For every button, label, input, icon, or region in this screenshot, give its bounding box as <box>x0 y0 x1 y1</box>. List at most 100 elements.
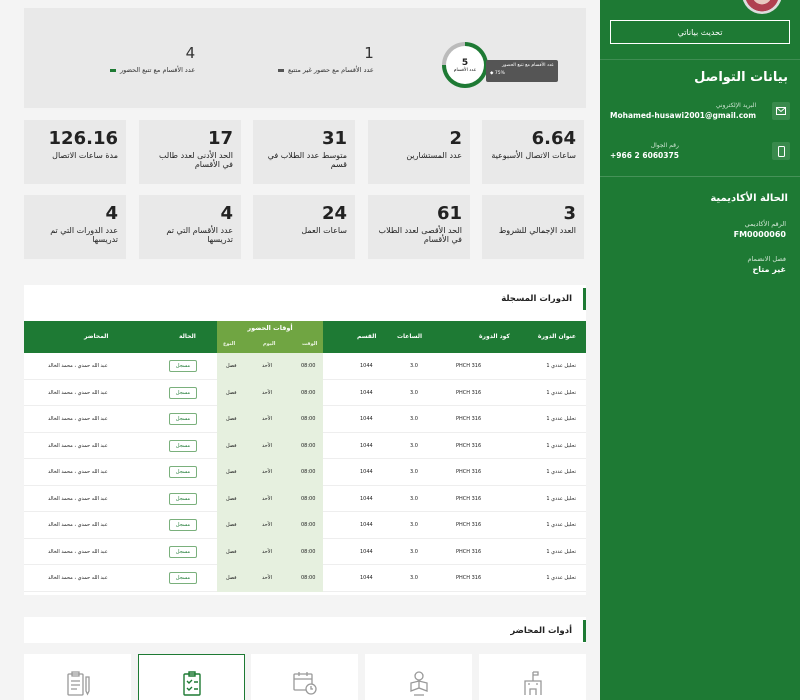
cell-course-title: تحليل عددي 1 <box>546 522 576 528</box>
summary-untracked-value: 1 <box>364 44 374 62</box>
cell-hours: 3.0 <box>410 442 418 449</box>
stat-value: 61 <box>436 203 462 224</box>
legend-dot-tracked <box>110 68 116 72</box>
tool-card-clipboard[interactable] <box>24 654 131 700</box>
sections-donut-chart[interactable]: 5 عدد الأقسام <box>442 42 488 88</box>
stat-label: العدد الإجمالي للشروط <box>498 226 576 235</box>
person-reading-icon <box>405 669 433 700</box>
tool-card-checklist[interactable] <box>138 654 245 700</box>
donut-value: 5 <box>461 57 469 68</box>
cell-time: 08:00 <box>301 442 316 449</box>
cell-section: 1044 <box>360 389 373 396</box>
stat-label: عدد الأقسام التي تم تدريسها <box>166 226 233 244</box>
table-row[interactable]: تحليل عددي 1 PHCH 316 3.0 1044 08:00 الأحد فصل… <box>24 485 586 512</box>
cell-instructor: عبد الله حمدي ، محمد الخالد <box>48 389 108 396</box>
tool-card-calendar[interactable] <box>251 654 358 700</box>
cell-time: 08:00 <box>301 548 316 555</box>
stat-label: عدد المستشارين <box>406 151 462 160</box>
tool-card-person-reading[interactable] <box>365 654 472 700</box>
table-row[interactable]: تحليل عددي 1 PHCH 316 3.0 1044 08:00 الأحد فصل… <box>24 512 586 539</box>
stat-label: عدد الدورات التي تم تدريسها <box>50 226 118 244</box>
tool-card-building[interactable] <box>479 654 586 700</box>
cell-type: فصل <box>226 469 237 475</box>
cell-hours: 3.0 <box>410 416 418 422</box>
cell-hours: 3.0 <box>410 548 418 555</box>
lecturer-tools-title: أدوات المحاضر <box>24 617 586 645</box>
building-icon <box>519 669 547 700</box>
academic-id-value: FM0000060 <box>733 230 786 239</box>
cell-course-code: PHCH 316 <box>456 363 482 369</box>
table-body: تحليل عددي 1 PHCH 316 3.0 1044 08:00 الأحد فصل… <box>24 353 586 592</box>
attendance-summary: 4 عدد الأقسام مع تتبع الحضور 1 عدد الأقس… <box>24 8 586 108</box>
academic-id-label: الرقم الأكاديمي <box>744 220 786 228</box>
table-row[interactable]: تحليل عددي 1 PHCH 316 3.0 1044 08:00 الأحد فصل… <box>24 379 586 406</box>
tooltip-value: 75% <box>494 71 505 76</box>
table-row[interactable]: تحليل عددي 1 PHCH 316 3.0 1044 08:00 الأحد فصل… <box>24 565 586 592</box>
courses-table: عنوان الدورة كود الدورة الساعات القسم أو… <box>24 321 586 592</box>
attendance-times-group: أوقات الحضور الوقت اليوم النوع <box>217 321 323 353</box>
avatar <box>742 0 782 14</box>
stat-value: 4 <box>105 203 118 224</box>
summary-untracked: 1 عدد الأقسام مع حضور غير متتبع <box>278 44 374 74</box>
email-label: البريد الإلكتروني <box>715 102 757 109</box>
stat-card: 126.16 مدة ساعات الاتصال <box>24 120 126 184</box>
stat-value: 3 <box>563 203 576 224</box>
legend-dot-untracked <box>278 68 284 72</box>
col-course-code: كود الدورة <box>479 333 510 340</box>
cell-day: الأحد <box>262 548 272 555</box>
cell-time: 08:00 <box>301 469 316 475</box>
cell-section: 1044 <box>360 469 373 475</box>
stat-value: 4 <box>220 203 233 224</box>
summary-untracked-label: عدد الأقسام مع حضور غير متتبع <box>288 66 374 74</box>
attendance-cell-group: 08:00 الأحد فصل <box>217 459 323 486</box>
attendance-cell-group: 08:00 الأحد فصل <box>217 432 323 459</box>
cell-day: الأحد <box>262 442 272 449</box>
join-semester-value: غير متاح <box>752 265 786 274</box>
stat-value: 24 <box>321 203 347 224</box>
summary-tracked: 4 عدد الأقسام مع تتبع الحضور <box>110 44 195 74</box>
cell-hours: 3.0 <box>410 469 418 475</box>
cell-time: 08:00 <box>301 416 316 422</box>
stat-card: 31 متوسط عدد الطلاب في قسم <box>253 120 355 184</box>
cell-course-title: تحليل عددي 1 <box>546 469 576 475</box>
update-profile-button[interactable]: تحديث بياناتي <box>610 20 790 44</box>
cell-day: الأحد <box>262 416 272 422</box>
stat-value: 2 <box>449 128 462 149</box>
col-status: الحالة <box>179 333 196 340</box>
table-row[interactable]: تحليل عددي 1 PHCH 316 3.0 1044 08:00 الأحد فصل… <box>24 459 586 486</box>
stat-card: 3 العدد الإجمالي للشروط <box>482 195 584 259</box>
lecturer-tools-panel: أدوات المحاضر <box>24 617 586 643</box>
academic-id: الرقم الأكاديمي FM0000060 <box>734 220 786 239</box>
table-row[interactable]: تحليل عددي 1 PHCH 316 3.0 1044 08:00 الأحد فصل… <box>24 538 586 565</box>
col-day: اليوم <box>263 341 276 347</box>
cell-section: 1044 <box>360 522 373 528</box>
status-badge: مسجل <box>169 413 197 425</box>
cell-course-title: تحليل عددي 1 <box>546 548 576 555</box>
cell-course-code: PHCH 316 <box>456 389 482 396</box>
stat-label: متوسط عدد الطلاب في قسم <box>267 151 347 169</box>
cell-type: فصل <box>226 575 237 581</box>
cell-instructor: عبد الله حمدي ، محمد الخالد <box>48 416 108 422</box>
table-row[interactable]: تحليل عددي 1 PHCH 316 3.0 1044 08:00 الأحد فصل… <box>24 406 586 433</box>
col-course-title: عنوان الدورة <box>537 333 576 340</box>
stat-value: 17 <box>207 128 233 149</box>
stat-card: 24 ساعات العمل <box>253 195 355 259</box>
cell-course-code: PHCH 316 <box>456 548 482 555</box>
cell-time: 08:00 <box>301 575 316 581</box>
stat-label: ساعات العمل <box>301 226 347 235</box>
email-value: Mohamed-husawi2001@gmail.com <box>610 111 757 120</box>
col-instructor: المحاضر <box>84 333 109 340</box>
registered-courses-title: الدورات المسجلة <box>24 285 586 313</box>
col-time: الوقت <box>302 341 318 347</box>
cell-time: 08:00 <box>301 522 316 528</box>
cell-instructor: عبد الله حمدي ، محمد الخالد <box>48 548 108 555</box>
col-section: القسم <box>357 333 377 340</box>
table-row[interactable]: تحليل عددي 1 PHCH 316 3.0 1044 08:00 الأحد فصل… <box>24 353 586 380</box>
donut-label: عدد الأقسام <box>453 67 477 73</box>
cell-course-title: تحليل عددي 1 <box>546 416 576 422</box>
stat-card: 4 عدد الدورات التي تم تدريسها <box>24 195 126 259</box>
cell-section: 1044 <box>360 363 373 369</box>
stat-label: ساعات الاتصال الأسبوعية <box>491 151 576 160</box>
table-row[interactable]: تحليل عددي 1 PHCH 316 3.0 1044 08:00 الأحد فصل… <box>24 432 586 459</box>
phone-icon <box>772 142 790 160</box>
